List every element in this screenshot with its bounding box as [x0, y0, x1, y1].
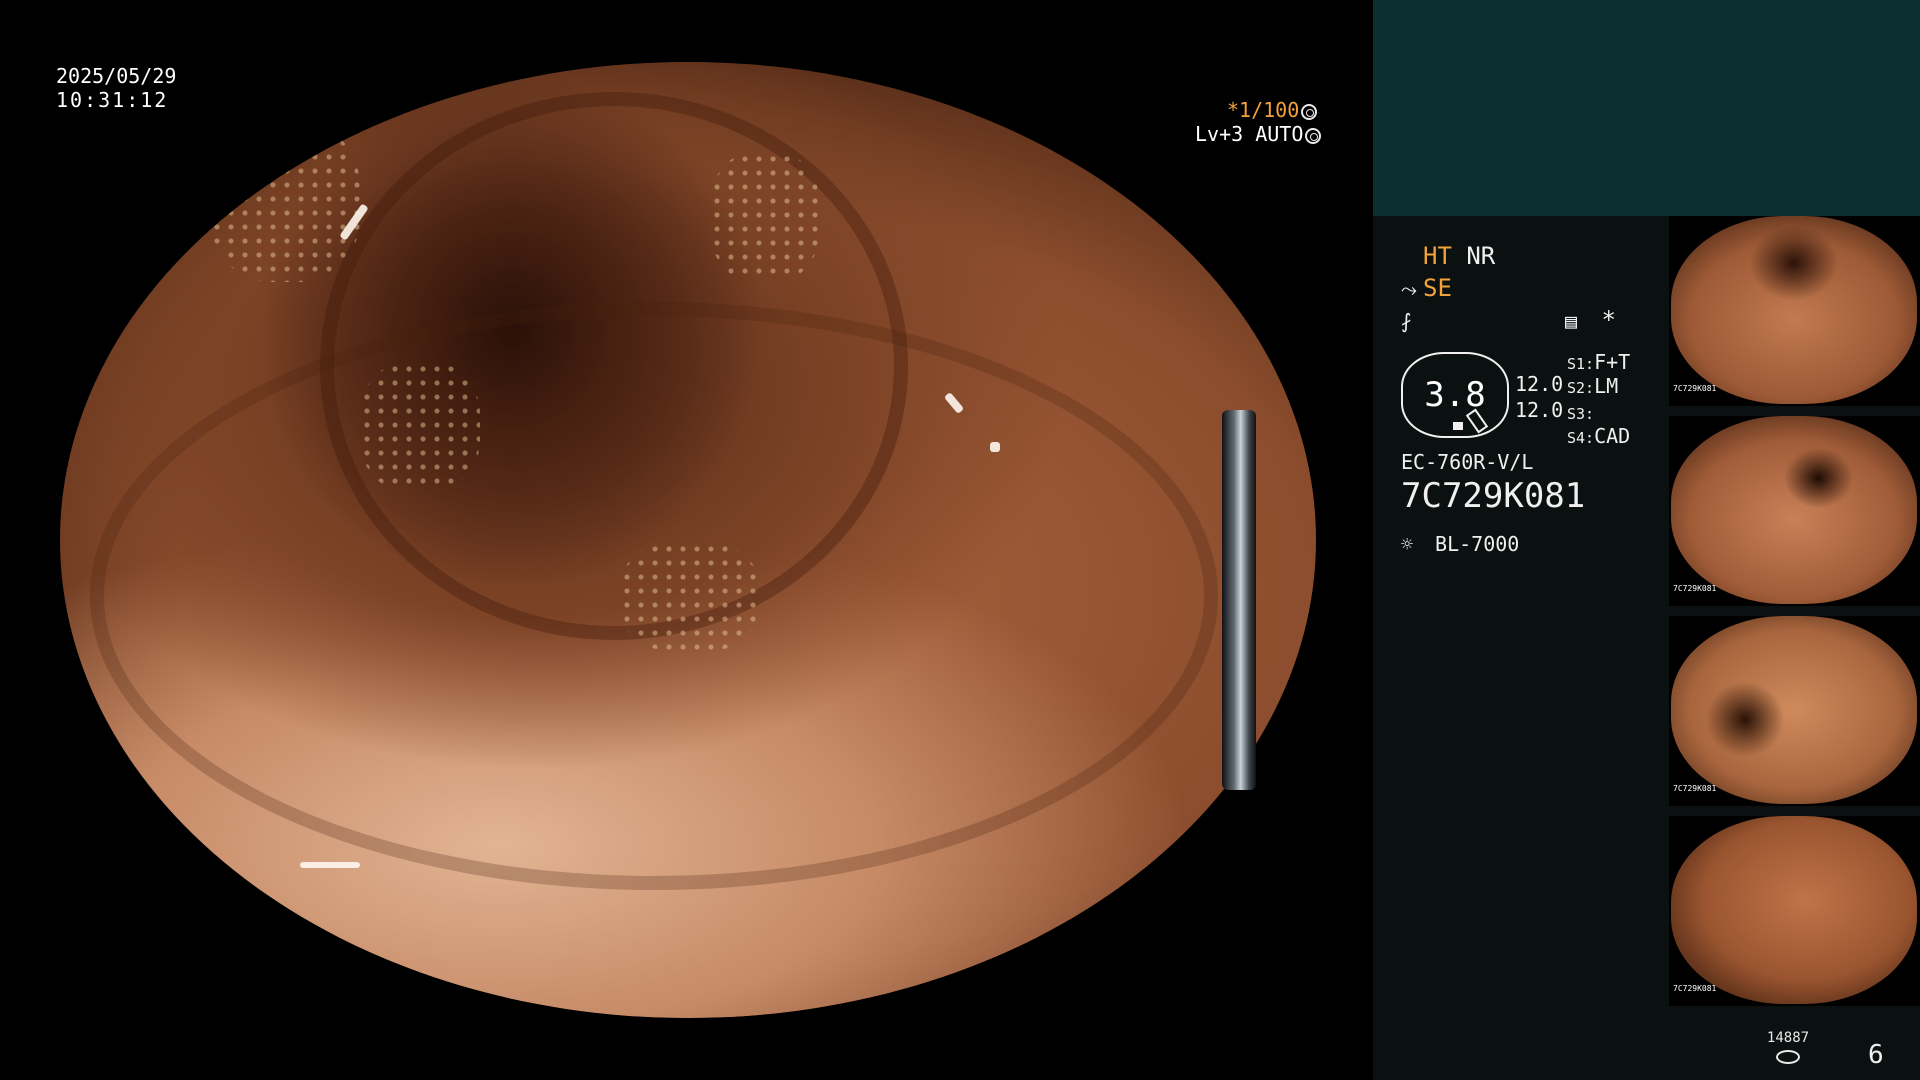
- thumbnail-image: [1671, 616, 1917, 804]
- gauge-value-2: 12.0: [1515, 398, 1564, 422]
- thumbnail-image: [1671, 816, 1917, 1004]
- menu-icon: ▤: [1565, 309, 1578, 333]
- info-panel: HT NR ⤳ SE ⨏ ▤ * 3.8 12.0 12.0 S1:F+T S2:…: [1373, 0, 1920, 1080]
- mode-se-text: SE: [1423, 274, 1452, 302]
- date-text: 2025/05/29: [56, 64, 177, 88]
- shutter-speed-text: *1/100: [1227, 98, 1300, 122]
- page-number: 6: [1868, 1040, 1884, 1070]
- magnification-gauge: 3.8: [1401, 352, 1509, 438]
- thumbnail-id: 7C729K081: [1673, 784, 1717, 793]
- star-marker: *: [1601, 306, 1616, 334]
- mode-ht-text: HT: [1423, 242, 1452, 270]
- auto-iris-icon: [1305, 128, 1322, 144]
- settings-block: HT NR ⤳ SE ⨏ ▤ * 3.8 12.0 12.0 S1:F+T S2:…: [1373, 0, 1669, 1080]
- thumbnail-id: 7C729K081: [1673, 384, 1717, 393]
- scope-model-text: EC-760R-V/L: [1401, 450, 1534, 474]
- s4-label: S4:: [1567, 429, 1595, 447]
- aperture-icon: [1301, 104, 1318, 120]
- serial-number-text: 7C729K081: [1401, 476, 1586, 516]
- endoscopic-image: [60, 62, 1316, 1018]
- s3-label: S3:: [1567, 405, 1595, 423]
- gauge-value-1: 12.0: [1515, 372, 1564, 396]
- time-text: 10:31:12: [56, 88, 169, 112]
- thumbnail[interactable]: 7C729K081: [1669, 416, 1920, 606]
- bubbles-cluster: [710, 152, 820, 282]
- thumbnail-image: [1671, 216, 1917, 404]
- light-source-icon: ☼: [1401, 532, 1414, 556]
- color-enhance-icon: ⨏: [1401, 309, 1412, 333]
- light-reflection: [300, 862, 360, 868]
- thumbnail[interactable]: 7C729K081: [1669, 816, 1920, 1006]
- s2-value: LM: [1594, 374, 1619, 398]
- mode-nr-text: NR: [1466, 242, 1496, 270]
- instrument-tip: [1222, 410, 1256, 790]
- bubbles-cluster: [360, 362, 480, 492]
- s1-value: F+T: [1594, 350, 1631, 374]
- s4-value: CAD: [1594, 424, 1631, 448]
- thumbnail-image: [1671, 416, 1917, 604]
- storage-icon: [1776, 1050, 1800, 1064]
- thumbnail-id: 7C729K081: [1673, 584, 1717, 593]
- bubbles-cluster: [210, 122, 360, 282]
- light-reflection: [990, 442, 1000, 452]
- endoscope-view-area: 2025/05/29 10:31:12 *1/100 Lv+3 AUTO: [0, 0, 1373, 1080]
- s2-label: S2:: [1567, 379, 1595, 397]
- s1-label: S1:: [1567, 355, 1595, 373]
- thumbnail[interactable]: 7C729K081: [1669, 216, 1920, 406]
- structure-enhance-icon: ⤳: [1401, 277, 1417, 301]
- light-source-text: BL-7000: [1435, 532, 1520, 556]
- thumbnail-strip: 7C729K081 7C729K081 7C729K081 7C729K081: [1669, 216, 1920, 1016]
- exposure-level-text: Lv+3 AUTO: [1195, 122, 1304, 146]
- gauge-base-mark: [1453, 422, 1463, 430]
- thumbnail[interactable]: 7C729K081: [1669, 616, 1920, 806]
- datetime-overlay: 2025/05/29 10:31:12: [56, 64, 176, 112]
- thumbnail-id: 7C729K081: [1673, 984, 1717, 993]
- image-counter: 14887: [1766, 1030, 1810, 1046]
- bubbles-cluster: [620, 542, 760, 652]
- exposure-overlay: *1/100 Lv+3 AUTO: [1195, 98, 1373, 146]
